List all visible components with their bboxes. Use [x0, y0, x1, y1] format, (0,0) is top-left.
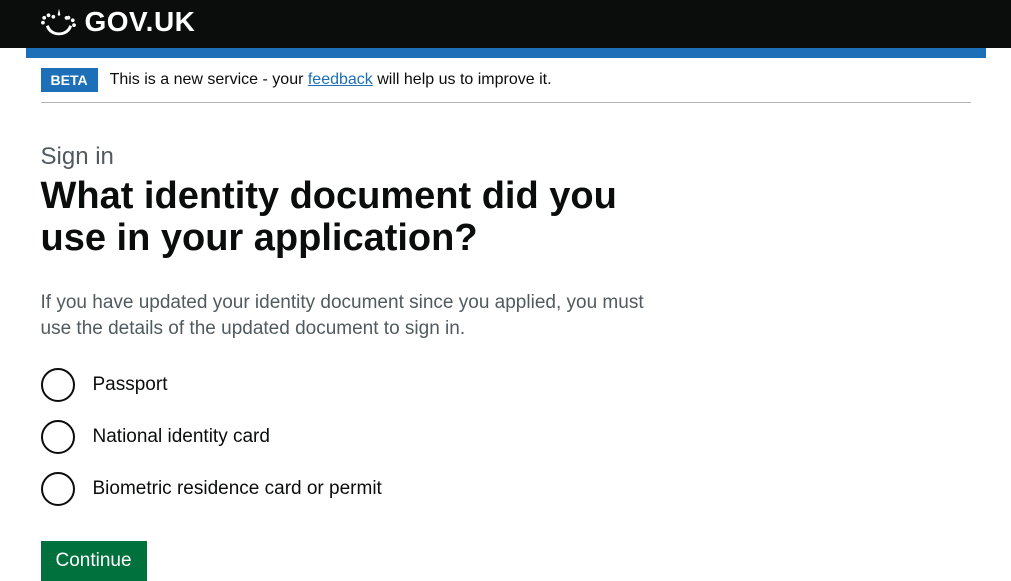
radio-group: Passport National identity card Biometri… — [41, 368, 971, 506]
radio-option-passport[interactable]: Passport — [41, 368, 971, 402]
page-heading: What identity document did you use in yo… — [41, 176, 681, 260]
radio-option-national-id[interactable]: National identity card — [41, 420, 971, 454]
radio-label: National identity card — [93, 426, 270, 448]
govuk-logotype[interactable]: GOV.UK — [85, 6, 196, 38]
radio-label: Passport — [93, 374, 168, 396]
radio-circle-icon — [41, 472, 75, 506]
page-caption: Sign in — [41, 143, 971, 171]
radio-option-brc[interactable]: Biometric residence card or permit — [41, 472, 971, 506]
radio-label: Biometric residence card or permit — [93, 478, 382, 500]
crown-icon — [41, 8, 77, 36]
continue-button[interactable]: Continue — [41, 541, 147, 581]
phase-tag: BETA — [41, 68, 98, 92]
phase-banner: BETA This is a new service - your feedba… — [41, 58, 971, 103]
feedback-link[interactable]: feedback — [308, 71, 373, 88]
phase-banner-text: This is a new service - your feedback wi… — [110, 71, 552, 89]
phase-text-after: will help us to improve it. — [373, 71, 552, 88]
radio-circle-icon — [41, 368, 75, 402]
site-header: GOV.UK — [0, 0, 1011, 48]
hint-text: If you have updated your identity docume… — [41, 290, 661, 343]
radio-circle-icon — [41, 420, 75, 454]
header-border-bar — [26, 48, 986, 58]
phase-text-before: This is a new service - your — [110, 71, 308, 88]
